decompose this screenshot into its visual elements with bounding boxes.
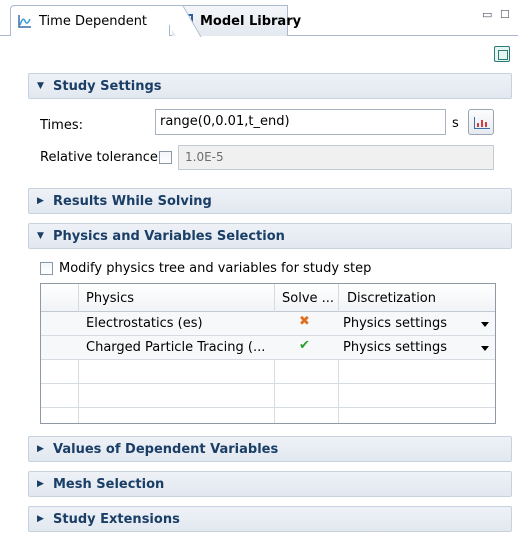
section-study-settings[interactable]: ▼ Study Settings (28, 73, 512, 99)
discretization-select[interactable]: Physics settings (343, 340, 447, 355)
column-header-discretization[interactable]: Discretization (347, 291, 436, 306)
collapsed-triangle-icon: ▶ (37, 444, 44, 454)
collapsed-triangle-icon: ▶ (37, 479, 44, 489)
modify-physics-label: Modify physics tree and variables for st… (59, 261, 372, 276)
not-solved-x-icon[interactable]: ✖ (299, 314, 310, 329)
range-button[interactable] (468, 109, 494, 135)
section-study-extensions[interactable]: ▶ Study Extensions (28, 506, 512, 532)
modify-physics-checkbox[interactable] (40, 262, 53, 275)
table-row[interactable]: Electrostatics (es) ✖ Physics settings (41, 312, 495, 336)
times-unit: s (452, 116, 459, 131)
chevron-down-icon[interactable] (481, 322, 489, 327)
section-title: Physics and Variables Selection (53, 228, 285, 244)
section-title: Values of Dependent Variables (53, 441, 279, 457)
relative-tolerance-checkbox[interactable] (159, 151, 172, 164)
show-default-solver-icon[interactable] (494, 46, 510, 62)
tab-label: Time Dependent (39, 13, 148, 29)
collapsed-triangle-icon: ▶ (37, 196, 44, 206)
section-title: Study Extensions (53, 511, 180, 527)
section-title: Study Settings (53, 78, 162, 94)
section-physics-variables[interactable]: ▼ Physics and Variables Selection (28, 223, 512, 249)
section-values-dependent-variables[interactable]: ▶ Values of Dependent Variables (28, 436, 512, 462)
section-mesh-selection[interactable]: ▶ Mesh Selection (28, 471, 512, 497)
relative-tolerance-label: Relative tolerance: (40, 150, 163, 165)
relative-tolerance-input[interactable]: 1.0E-5 (178, 145, 494, 170)
table-row[interactable]: Charged Particle Tracing (... ✔ Physics … (41, 336, 495, 360)
expanded-triangle-icon: ▼ (37, 231, 44, 241)
chevron-down-icon[interactable] (481, 346, 489, 351)
section-results-while-solving[interactable]: ▶ Results While Solving (28, 188, 512, 214)
physics-name: Charged Particle Tracing (... (86, 340, 266, 355)
physics-table: Physics Solve ... Discretization Electro… (40, 283, 496, 424)
maximize-icon[interactable]: ☐ (500, 8, 510, 21)
minimize-icon[interactable]: ▭ (482, 8, 492, 21)
tab-time-dependent[interactable]: Time Dependent (10, 5, 170, 36)
section-title: Results While Solving (53, 193, 212, 209)
tab-label: Model Library (200, 13, 302, 29)
collapsed-triangle-icon: ▶ (37, 514, 44, 524)
solved-check-icon[interactable]: ✔ (299, 338, 310, 353)
times-input[interactable]: range(0,0.01,t_end) (155, 109, 446, 135)
range-chart-icon (474, 117, 490, 129)
discretization-select[interactable]: Physics settings (343, 316, 447, 331)
editor-tab-bar: Time Dependent Model Library ▭ ☐ (0, 0, 518, 36)
physics-name: Electrostatics (es) (86, 316, 203, 331)
expanded-triangle-icon: ▼ (37, 81, 44, 91)
time-dependent-icon (17, 13, 33, 29)
times-label: Times: (40, 118, 83, 133)
table-row-empty (41, 360, 495, 384)
table-row-empty (41, 384, 495, 408)
section-title: Mesh Selection (53, 476, 165, 492)
